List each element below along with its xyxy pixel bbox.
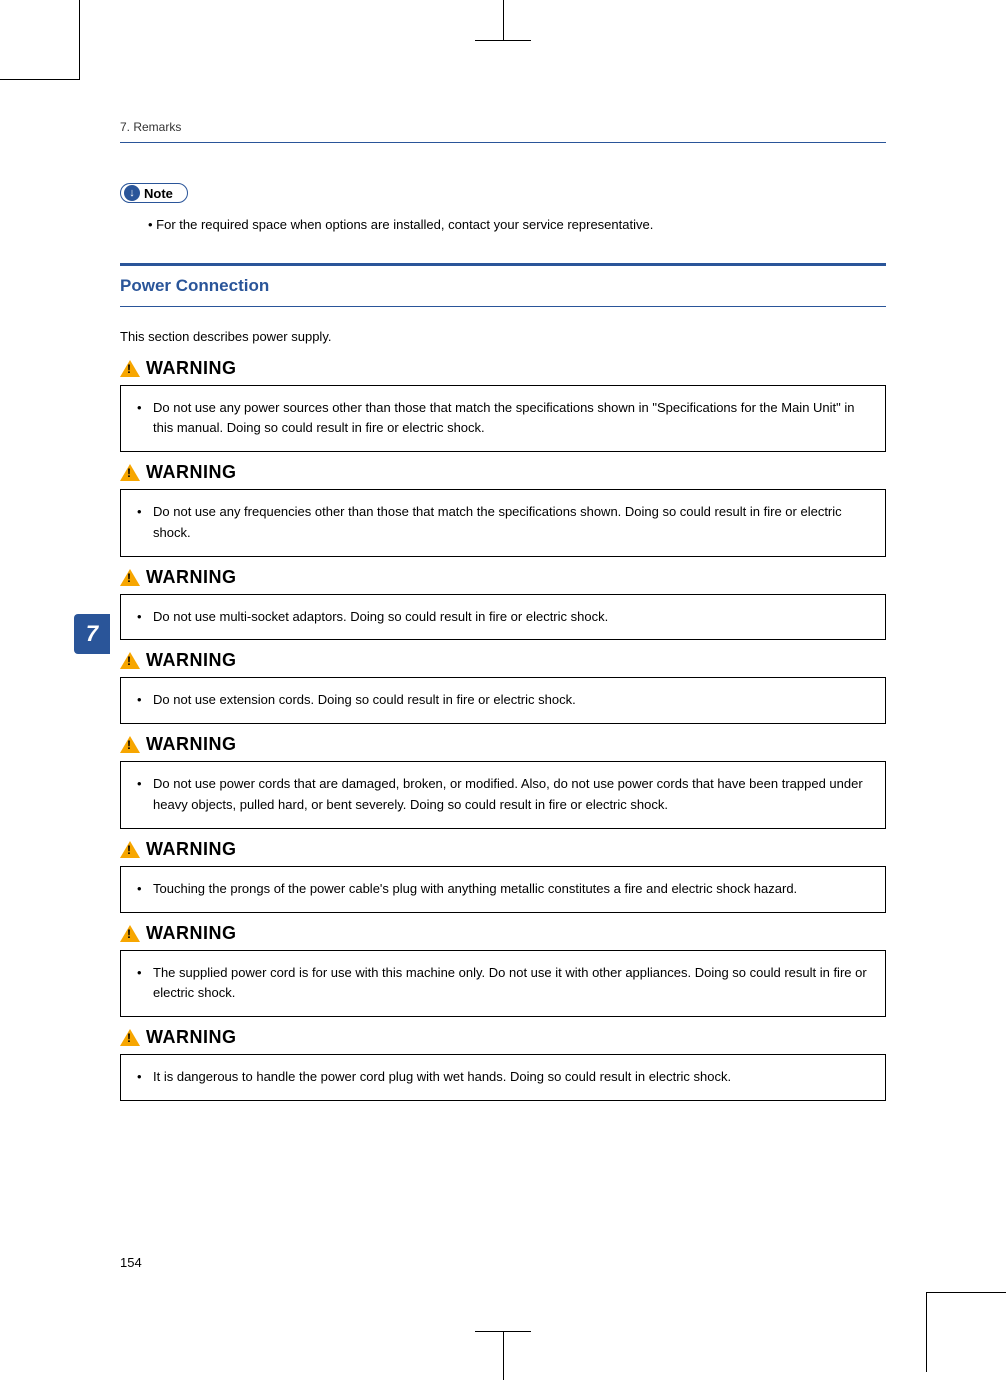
warning-label-text: WARNING — [146, 839, 237, 860]
warning-triangle-icon — [120, 1029, 140, 1046]
note-label: Note — [144, 186, 173, 201]
warning-triangle-icon — [120, 360, 140, 377]
warning-label-text: WARNING — [146, 567, 237, 588]
warning-triangle-icon — [120, 925, 140, 942]
down-arrow-icon: ↓ — [124, 185, 140, 201]
header-rule — [120, 142, 886, 143]
crop-mark-top-center — [483, 0, 523, 40]
crop-mark-bottom-right — [926, 1292, 1006, 1372]
warning-label-text: WARNING — [146, 462, 237, 483]
warning-heading: WARNING — [120, 1027, 886, 1048]
warning-label-text: WARNING — [146, 734, 237, 755]
section-title: Power Connection — [120, 263, 886, 307]
warning-text: It is dangerous to handle the power cord… — [137, 1067, 869, 1088]
warning-box: Do not use any frequencies other than th… — [120, 489, 886, 557]
warning-heading: WARNING — [120, 462, 886, 483]
warning-box: The supplied power cord is for use with … — [120, 950, 886, 1018]
warning-text: Do not use any frequencies other than th… — [137, 502, 869, 544]
section-intro: This section describes power supply. — [120, 329, 886, 344]
warning-box: Do not use power cords that are damaged,… — [120, 761, 886, 829]
header-breadcrumb: 7. Remarks — [120, 120, 886, 134]
warning-box: Do not use multi-socket adaptors. Doing … — [120, 594, 886, 641]
warning-box: It is dangerous to handle the power cord… — [120, 1054, 886, 1101]
crop-mark-top-left — [0, 0, 80, 80]
warning-box: Touching the prongs of the power cable's… — [120, 866, 886, 913]
warning-label-text: WARNING — [146, 650, 237, 671]
warning-box: Do not use extension cords. Doing so cou… — [120, 677, 886, 724]
note-badge: ↓ Note — [120, 183, 188, 203]
warning-heading: WARNING — [120, 358, 886, 379]
warning-triangle-icon — [120, 569, 140, 586]
page-content: 7 7. Remarks ↓ Note • For the required s… — [120, 120, 886, 1252]
warning-triangle-icon — [120, 841, 140, 858]
warning-heading: WARNING — [120, 839, 886, 860]
warning-label-text: WARNING — [146, 358, 237, 379]
warning-heading: WARNING — [120, 734, 886, 755]
warning-label-text: WARNING — [146, 923, 237, 944]
warning-text: The supplied power cord is for use with … — [137, 963, 869, 1005]
warning-text: Do not use power cords that are damaged,… — [137, 774, 869, 816]
warning-text: Touching the prongs of the power cable's… — [137, 879, 869, 900]
crop-mark-bottom-center — [483, 1332, 523, 1372]
warning-label-text: WARNING — [146, 1027, 237, 1048]
warning-heading: WARNING — [120, 923, 886, 944]
warning-text: Do not use extension cords. Doing so cou… — [137, 690, 869, 711]
warning-triangle-icon — [120, 652, 140, 669]
warning-text: Do not use any power sources other than … — [137, 398, 869, 440]
warning-text: Do not use multi-socket adaptors. Doing … — [137, 607, 869, 628]
warning-heading: WARNING — [120, 650, 886, 671]
warning-triangle-icon — [120, 736, 140, 753]
warning-triangle-icon — [120, 464, 140, 481]
chapter-tab: 7 — [74, 614, 110, 654]
warning-box: Do not use any power sources other than … — [120, 385, 886, 453]
warning-heading: WARNING — [120, 567, 886, 588]
note-bullet: • For the required space when options ar… — [148, 215, 886, 235]
page-number: 154 — [120, 1255, 142, 1270]
